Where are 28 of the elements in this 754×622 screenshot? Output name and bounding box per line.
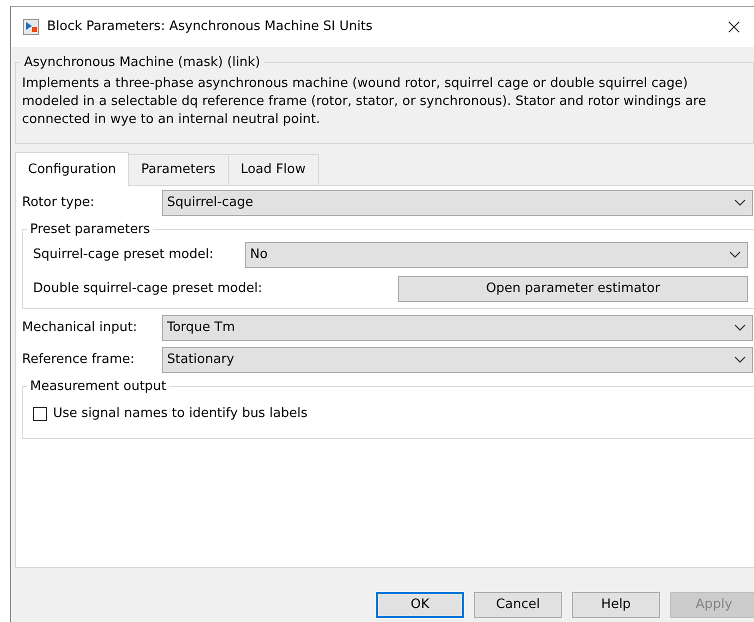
dropdown[interactable]: No: [245, 242, 748, 268]
group-title: Asynchronous Machine (mask) (link): [23, 55, 262, 71]
window-title: Block Parameters: Asynchronous Machine SI Units: [47, 18, 373, 36]
tab[interactable]: Load Flow: [228, 154, 319, 186]
chevron-down-icon: [734, 324, 746, 332]
dropdown[interactable]: Stationary: [162, 346, 753, 373]
description-text: Implements a three-phase asynchronous machine (wound rotor, squirrel cage or double squirrel cage) modeled in a selectable dq reference frame (rotor, stator, or synchronous). Stator and rotor windings are connected in wye to an internal neutral point.: [22, 74, 708, 129]
app-icon: [23, 19, 39, 35]
group-title: Measurement output: [29, 378, 168, 394]
estimator-button[interactable]: Open parameter estimator: [398, 276, 748, 302]
close-icon: [728, 20, 740, 34]
chevron-down-icon: [729, 250, 741, 259]
chevron-down-icon: [734, 199, 746, 208]
dialog-button[interactable]: Help: [572, 592, 660, 618]
dialog-button[interactable]: Cancel: [474, 592, 562, 618]
field-label: Double squirrel-cage preset model:: [33, 280, 264, 298]
field-label: Mechanical input:: [22, 318, 138, 337]
field-label: Squirrel-cage preset model:: [33, 246, 214, 264]
checkbox[interactable]: [33, 407, 47, 422]
dropdown[interactable]: Squirrel-cage: [162, 190, 753, 216]
group-title: Preset parameters: [29, 222, 152, 238]
tab[interactable]: Configuration: [15, 152, 130, 186]
checkbox-label: Use signal names to identify bus labels: [53, 405, 308, 424]
dialog-button[interactable]: OK: [376, 592, 464, 618]
field-label: Rotor type:: [22, 194, 96, 212]
chevron-down-icon: [734, 356, 746, 364]
field-label: Reference frame:: [22, 350, 136, 369]
dropdown[interactable]: Torque Tm: [162, 314, 753, 341]
